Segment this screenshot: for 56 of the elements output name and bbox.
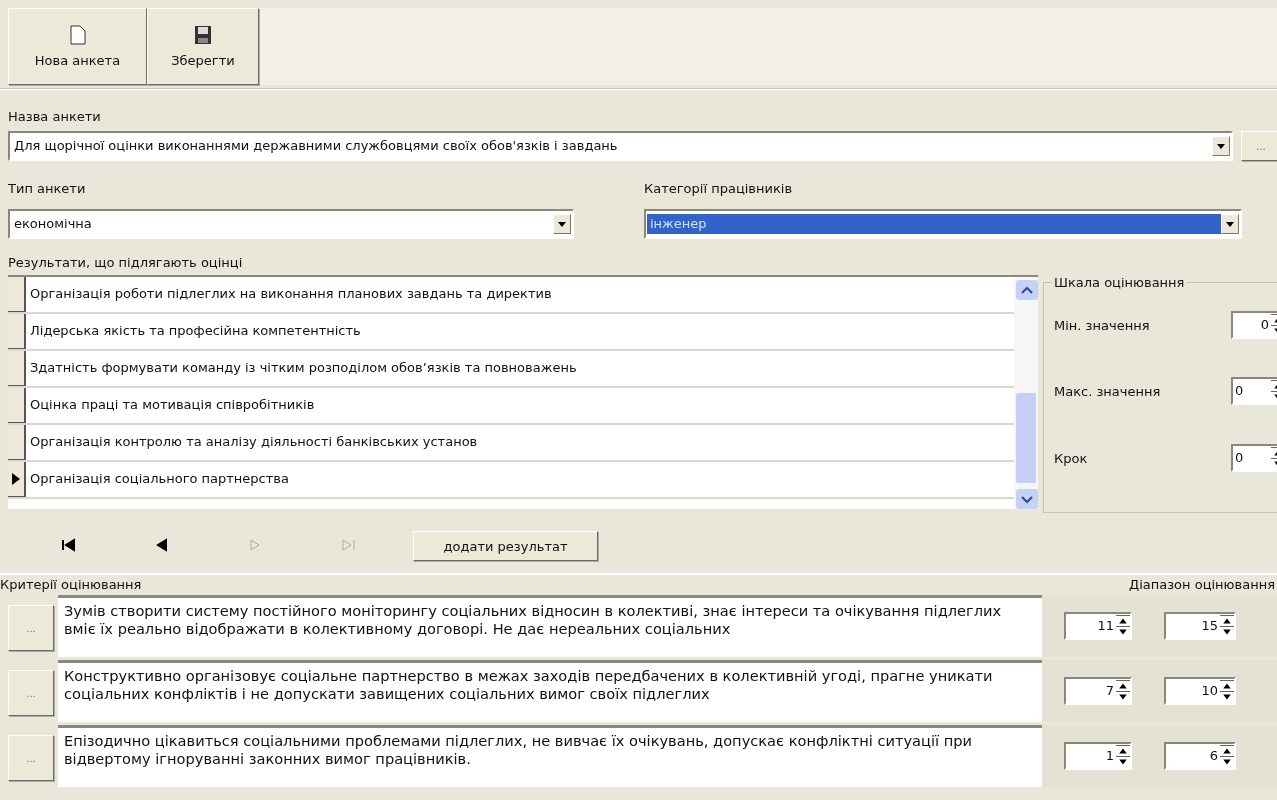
questionnaire-name-combobox[interactable]: Для щорічної оцінки виконаннями державними службовцями своїх обов'язків і завдань	[8, 131, 1233, 161]
toolbar-button[interactable]: Нова анкета	[8, 8, 147, 85]
edit-button[interactable]: ...	[8, 605, 54, 651]
scrollbar[interactable]	[1014, 277, 1038, 509]
row-indicator[interactable]	[8, 388, 26, 423]
spin-field[interactable]: 1	[1064, 742, 1132, 770]
column-label: Діапазон оцінювання	[1129, 576, 1275, 594]
spin-arrows-icon[interactable]	[1220, 680, 1234, 702]
field-label: Тип анкети	[8, 180, 87, 198]
result-cell[interactable]: Організація роботи підлеглих на виконання планових завдань та директив	[26, 277, 1014, 312]
field-label: Назва анкети	[8, 108, 102, 126]
employee-category-combobox[interactable]: інженер	[644, 209, 1242, 239]
criterion-text[interactable]: Зумів створити систему постійного моніторингу соціальних відносин в колективі, знає інтереси та очікування підлеглих вміє їх реально відображати в колективному договорі. Не дає нереальних соціальних	[58, 595, 1042, 657]
spin-field[interactable]: 15	[1164, 612, 1236, 640]
edit-button[interactable]: ...	[8, 735, 54, 781]
result-cell[interactable]: Лідерська якість та професійна компетентність	[26, 314, 1014, 349]
scroll-up-icon[interactable]	[1016, 280, 1038, 300]
skip-arrow-icon	[60, 536, 77, 553]
spin-field[interactable]: 6	[1164, 742, 1236, 770]
document-icon	[69, 25, 86, 45]
browse-button[interactable]: ...	[1241, 131, 1277, 161]
spin-field[interactable]: 7	[1064, 677, 1132, 705]
edit-button[interactable]: ...	[8, 670, 54, 716]
row-indicator[interactable]	[8, 425, 26, 460]
group-title: Шкала оцінювання	[1053, 275, 1186, 290]
section-label: Результати, що підлягають оцінці	[8, 254, 244, 272]
questionnaire-type-combobox[interactable]: економічна	[8, 209, 574, 239]
section-label: Критерії оцінювання	[0, 576, 142, 594]
row-indicator[interactable]	[8, 277, 26, 312]
field-label: Мін. значення	[1054, 317, 1150, 333]
spin-arrows-icon[interactable]	[1220, 615, 1234, 637]
spin-field[interactable]: 11	[1064, 612, 1132, 640]
criterion-text[interactable]: Епізодично цікавиться соціальними проблемами підлеглих, не вивчає їх очікувань, допускає конфліктні ситуації при відвертому ігноруванні законних вимог працівників.	[58, 725, 1042, 787]
spin-arrows-icon[interactable]	[1116, 615, 1130, 637]
spin-arrows-icon[interactable]	[1116, 680, 1130, 702]
result-cell[interactable]: Здатність формувати команду із чітким розподілом обов’язків та повноважень	[26, 351, 1014, 386]
spin-field[interactable]: 0	[1231, 444, 1277, 472]
spin-field[interactable]: 10	[1164, 677, 1236, 705]
result-cell[interactable]: Оцінка праці та мотивація співробітників	[26, 388, 1014, 423]
field-label: Крок	[1054, 450, 1088, 466]
spin-field[interactable]: 0	[1231, 311, 1277, 339]
field-label: Категорії працівників	[644, 180, 794, 198]
spin-field[interactable]: 0	[1231, 377, 1277, 405]
result-cell[interactable]: Організація контролю та аналізу діяльності банківських установ	[26, 425, 1014, 460]
row-indicator[interactable]	[8, 351, 26, 386]
row-indicator[interactable]	[8, 314, 26, 349]
field-label: Макс. значення	[1054, 383, 1161, 399]
row-indicator[interactable]	[8, 462, 26, 497]
scroll-down-icon[interactable]	[1016, 489, 1038, 509]
toolbar-button[interactable]: Зберегти	[147, 8, 259, 85]
add-result-button[interactable]: додати результат	[413, 531, 598, 561]
result-cell[interactable]: Організація соціального партнерства	[26, 462, 1014, 497]
criterion-text[interactable]: Конструктивно організовує соціальне партнерство в межах заходів передбачених в колективній угоді, прагне уникати соціальних конфліктів і не допускати завищених соціальних вимог своїх підлеглих	[58, 660, 1042, 722]
spin-arrows-icon[interactable]	[1220, 745, 1234, 767]
skip-arrow-icon	[339, 536, 356, 553]
spin-arrows-icon[interactable]	[1116, 745, 1130, 767]
